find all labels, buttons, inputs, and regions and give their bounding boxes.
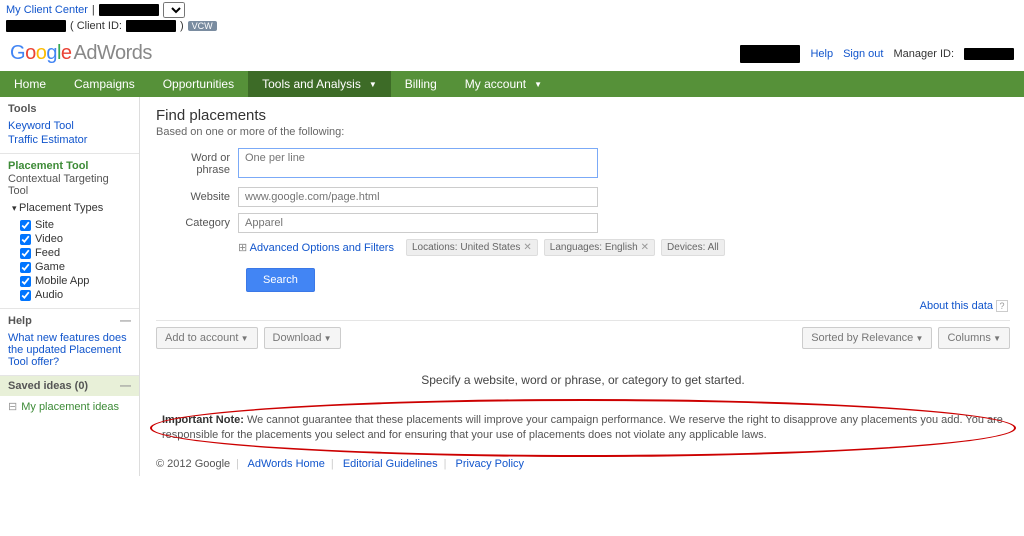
main-content: Find placements Based on one or more of …	[140, 97, 1024, 476]
chk-game[interactable]: Game	[12, 260, 131, 274]
website-input[interactable]	[238, 187, 598, 207]
tag-locations[interactable]: Locations: United States✕	[406, 239, 538, 256]
download-button[interactable]: Download	[264, 327, 341, 349]
help-icon[interactable]: ?	[996, 300, 1008, 312]
tag-devices[interactable]: Devices: All	[661, 239, 725, 256]
placement-tool-link[interactable]: Placement Tool	[8, 160, 131, 172]
saved-ideas-header: Saved ideas (0)	[8, 380, 88, 392]
keyword-tool-link[interactable]: Keyword Tool	[8, 119, 131, 133]
help-header: Help	[8, 315, 32, 327]
help-question-link[interactable]: What new features does the updated Place…	[8, 331, 131, 369]
advanced-options-link[interactable]: Advanced Options and Filters	[238, 241, 394, 254]
search-button[interactable]: Search	[246, 268, 315, 292]
close-icon: ✕	[523, 242, 531, 253]
nav-campaigns[interactable]: Campaigns	[60, 71, 149, 97]
category-label: Category	[156, 213, 238, 229]
website-label: Website	[156, 187, 238, 203]
vcw-badge[interactable]: VCW	[188, 21, 217, 31]
chk-video[interactable]: Video	[12, 232, 131, 246]
redacted	[964, 48, 1014, 60]
client-center-link[interactable]: My Client Center	[6, 4, 88, 16]
copyright: © 2012 Google	[156, 458, 230, 470]
top-bar: My Client Center | ( Client ID: ) VCW	[0, 0, 1024, 36]
redacted	[126, 20, 176, 32]
chk-feed[interactable]: Feed	[12, 246, 131, 260]
chk-site[interactable]: Site	[12, 218, 131, 232]
privacy-policy-link[interactable]: Privacy Policy	[456, 458, 524, 470]
account-select[interactable]	[163, 2, 185, 18]
footer: © 2012 Google| AdWords Home| Editorial G…	[156, 452, 1010, 476]
placement-types-header[interactable]: Placement Types	[12, 202, 131, 214]
collapse-icon[interactable]: —	[120, 315, 131, 327]
contextual-tool-link[interactable]: Contextual Targeting Tool	[8, 172, 131, 198]
chk-audio[interactable]: Audio	[12, 288, 131, 302]
tools-header: Tools	[8, 103, 131, 115]
adwords-home-link[interactable]: AdWords Home	[247, 458, 324, 470]
manager-id-label: Manager ID:	[893, 48, 954, 60]
my-placement-ideas[interactable]: My placement ideas	[0, 396, 139, 417]
editorial-guidelines-link[interactable]: Editorial Guidelines	[343, 458, 438, 470]
google-adwords-logo: GoogleAdWords	[10, 42, 152, 65]
chk-mobile[interactable]: Mobile App	[12, 274, 131, 288]
results-toolbar: Add to account Download Sorted by Releva…	[156, 320, 1010, 355]
redacted	[99, 4, 159, 16]
nav-opportunities[interactable]: Opportunities	[149, 71, 248, 97]
main-nav: Home Campaigns Opportunities Tools and A…	[0, 71, 1024, 97]
category-input[interactable]	[238, 213, 598, 233]
sidebar: Tools Keyword Tool Traffic Estimator Pla…	[0, 97, 140, 476]
help-link[interactable]: Help	[810, 48, 833, 60]
word-label: Word or phrase	[156, 148, 238, 176]
redacted	[740, 45, 800, 63]
empty-prompt: Specify a website, word or phrase, or ca…	[156, 355, 1010, 405]
important-note: Important Note: We cannot guarantee that…	[156, 405, 1010, 452]
client-id-label: ( Client ID:	[70, 20, 122, 32]
traffic-estimator-link[interactable]: Traffic Estimator	[8, 133, 131, 147]
redacted	[6, 20, 66, 32]
close-icon: ✕	[641, 242, 649, 253]
sort-button[interactable]: Sorted by Relevance	[802, 327, 932, 349]
nav-home[interactable]: Home	[0, 71, 60, 97]
signout-link[interactable]: Sign out	[843, 48, 883, 60]
word-input[interactable]	[238, 148, 598, 178]
tag-languages[interactable]: Languages: English✕	[544, 239, 655, 256]
nav-tools[interactable]: Tools and Analysis	[248, 71, 391, 97]
nav-account[interactable]: My account	[451, 71, 556, 97]
columns-button[interactable]: Columns	[938, 327, 1010, 349]
search-form: Word or phrase Website Category Advanced…	[156, 148, 1010, 292]
about-data-link[interactable]: About this data	[920, 300, 993, 312]
add-to-account-button[interactable]: Add to account	[156, 327, 258, 349]
nav-billing[interactable]: Billing	[391, 71, 451, 97]
page-subtitle: Based on one or more of the following:	[156, 126, 1010, 138]
collapse-icon[interactable]: —	[120, 380, 131, 392]
brand-bar: GoogleAdWords Help Sign out Manager ID:	[0, 36, 1024, 71]
page-title: Find placements	[156, 107, 1010, 124]
